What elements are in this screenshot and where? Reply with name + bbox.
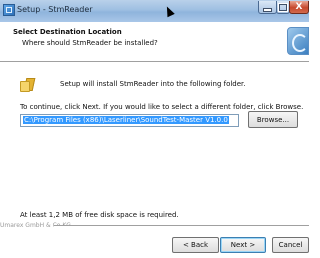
- folder-icon: [20, 78, 36, 92]
- footer-divider: [54, 225, 309, 227]
- window-title: Setup - StmReader: [17, 5, 93, 14]
- intro-text: Setup will install StmReader into the fo…: [60, 80, 246, 88]
- maximize-button[interactable]: [276, 1, 290, 14]
- mouse-cursor-icon: [163, 4, 175, 18]
- close-button[interactable]: X: [289, 1, 309, 14]
- cancel-button[interactable]: Cancel: [272, 237, 309, 253]
- header-divider: [0, 61, 309, 63]
- browse-button[interactable]: Browse...: [248, 111, 298, 128]
- page-subtitle: Where should StmReader be installed?: [22, 39, 158, 47]
- back-button[interactable]: < Back: [172, 237, 219, 253]
- page-title: Select Destination Location: [13, 28, 122, 36]
- maximize-icon: [278, 2, 288, 12]
- instructions-text: To continue, click Next. If you would li…: [20, 103, 304, 111]
- install-path-input[interactable]: C:\Program Files (x86)\Laserliner\SoundT…: [20, 114, 239, 127]
- install-path-value: C:\Program Files (x86)\Laserliner\SoundT…: [23, 116, 229, 124]
- app-icon: [3, 4, 15, 16]
- setup-logo-icon: [287, 27, 309, 55]
- disk-space-text: At least 1,2 MB of free disk space is re…: [20, 211, 179, 219]
- next-button[interactable]: Next >: [220, 237, 266, 253]
- wizard-header: Select Destination Location Where should…: [0, 22, 309, 61]
- minimize-button[interactable]: [258, 1, 277, 14]
- window-titlebar[interactable]: Setup - StmReader X: [0, 0, 309, 22]
- minimize-icon: [263, 7, 272, 12]
- close-icon: X: [295, 2, 303, 12]
